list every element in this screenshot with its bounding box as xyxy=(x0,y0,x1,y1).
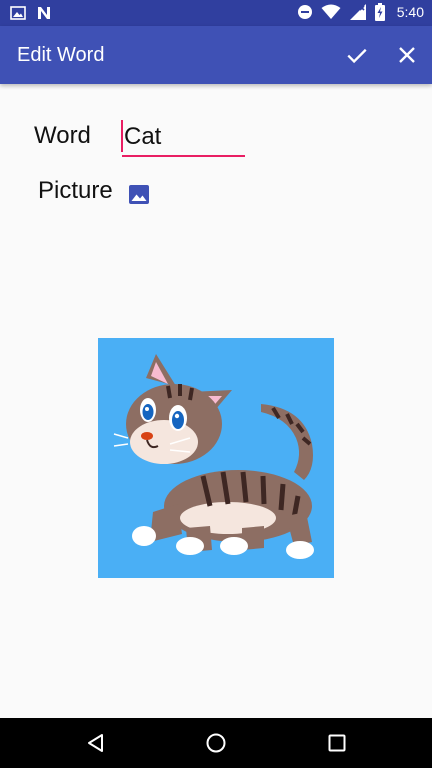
word-label: Word xyxy=(34,122,91,149)
system-nav-bar xyxy=(0,718,432,768)
text-cursor xyxy=(121,120,123,152)
no-signal-icon xyxy=(349,4,366,20)
battery-charging-icon xyxy=(374,3,385,21)
recents-icon xyxy=(328,734,346,752)
status-time: 5:40 xyxy=(396,4,424,20)
word-picture xyxy=(98,338,334,578)
back-button[interactable] xyxy=(84,731,108,755)
page-title: Edit Word xyxy=(17,44,105,66)
home-icon xyxy=(206,733,226,753)
n-notification-icon xyxy=(38,7,50,19)
notification-icons xyxy=(10,5,52,21)
image-notification-icon xyxy=(10,6,26,20)
system-icons: 5:40 xyxy=(297,3,424,21)
status-bar: 5:40 xyxy=(0,0,432,26)
cat-illustration xyxy=(98,338,334,578)
word-input[interactable] xyxy=(122,119,245,157)
home-button[interactable] xyxy=(204,731,228,755)
recents-button[interactable] xyxy=(325,731,349,755)
choose-picture-button[interactable] xyxy=(127,182,151,206)
picture-label: Picture xyxy=(38,177,113,204)
close-icon xyxy=(399,47,415,63)
image-icon xyxy=(129,185,149,204)
wifi-icon xyxy=(321,4,341,19)
cancel-button[interactable] xyxy=(393,41,421,69)
edit-form: Word Picture xyxy=(0,84,432,718)
app-bar: Edit Word xyxy=(0,26,432,84)
do-not-disturb-icon xyxy=(297,5,312,19)
back-icon xyxy=(88,734,103,752)
save-button[interactable] xyxy=(343,41,371,69)
check-icon xyxy=(347,48,367,64)
